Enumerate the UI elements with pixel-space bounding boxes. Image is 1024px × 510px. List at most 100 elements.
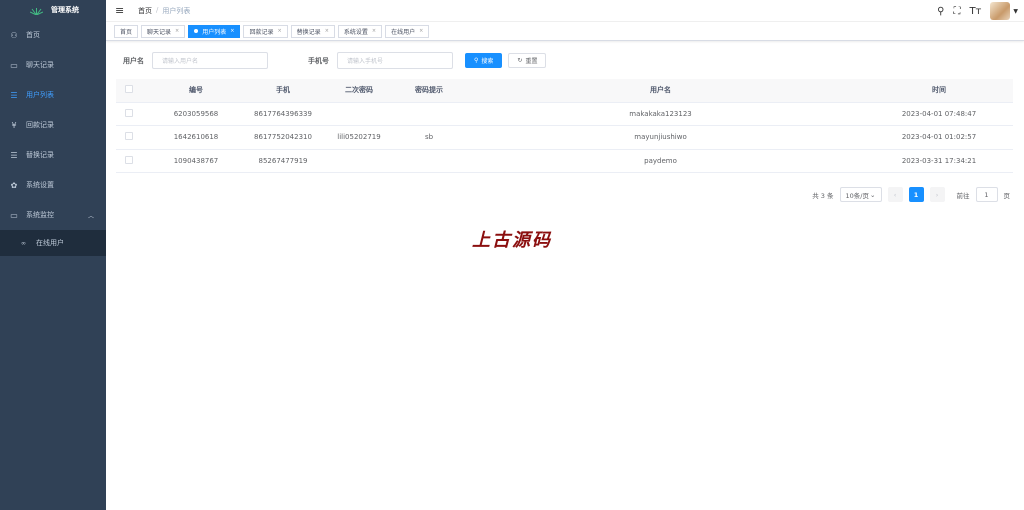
row-select-cell bbox=[116, 102, 142, 126]
column-header-id: 编号 bbox=[142, 79, 250, 103]
tag-item[interactable]: 在线用户 × bbox=[385, 24, 430, 38]
fullscreen-icon[interactable]: ⛶ bbox=[953, 6, 960, 17]
sidebar-item-0[interactable]: ⚇ 首页 bbox=[0, 20, 106, 50]
tag-item[interactable]: 用户列表 × bbox=[188, 24, 241, 38]
sidebar-item-label: 系统监控 bbox=[26, 211, 54, 219]
page-number-1[interactable]: 1 bbox=[908, 187, 924, 202]
logo[interactable]: 管理系统 bbox=[0, 0, 106, 20]
table-cell: makakaka123123 bbox=[456, 102, 865, 126]
refresh-icon: ↻ bbox=[517, 57, 523, 64]
sidebar: 管理系统 ⚇ 首页 ▭ 聊天记录 ☰ 用户列表 ¥ 回款记录 ☰ 替换记录 ✿ 系统设置 ▭ 系统监控 ︿ ∞… bbox=[0, 0, 106, 510]
sidebar-item-label: 回款记录 bbox=[26, 121, 54, 129]
row-select-cell bbox=[116, 125, 142, 150]
reset-button[interactable]: ↻ 重置 bbox=[508, 53, 547, 68]
phone-label: 手机号 bbox=[308, 56, 329, 65]
sidebar-subitem-label: 在线用户 bbox=[36, 239, 64, 247]
sidebar-item-label: 聊天记录 bbox=[26, 61, 54, 69]
table-cell: 85267477919 bbox=[250, 149, 316, 173]
breadcrumb-current: 用户列表 bbox=[162, 6, 191, 15]
tag-label: 系统设置 bbox=[343, 28, 368, 36]
pagination: 共 3 条 10条/页 ⌄ ‹ 1 › 前往 1 页 bbox=[812, 187, 1010, 202]
watermark: 上古源码 bbox=[472, 230, 552, 251]
close-icon[interactable]: × bbox=[325, 28, 329, 34]
gear-icon: ✿ bbox=[10, 180, 18, 190]
search-button[interactable]: ⚲ 搜索 bbox=[465, 53, 503, 68]
sidebar-item-label: 首页 bbox=[26, 31, 40, 39]
sidebar-item-2[interactable]: ☰ 用户列表 bbox=[0, 80, 106, 110]
breadcrumb-separator: / bbox=[156, 5, 159, 14]
sidebar-item-6[interactable]: ▭ 系统监控 ︿ bbox=[0, 200, 106, 230]
sidebar-item-3[interactable]: ¥ 回款记录 bbox=[0, 110, 106, 140]
row-checkbox[interactable] bbox=[125, 132, 133, 141]
table-row[interactable]: 6203059568 8617764396339 makakaka123123 202… bbox=[116, 102, 1013, 126]
table-cell bbox=[402, 149, 456, 173]
search-form: 用户名 请输入用户名 手机号 请输入手机号 ⚲ 搜索 ↻ 重置 bbox=[123, 52, 547, 69]
select-all-checkbox[interactable] bbox=[125, 85, 133, 94]
logo-icon bbox=[30, 7, 43, 15]
sidebar-item-5[interactable]: ✿ 系统设置 bbox=[0, 170, 106, 200]
goto-page-input[interactable]: 1 bbox=[975, 187, 998, 202]
tag-label: 首页 bbox=[120, 28, 133, 36]
close-icon[interactable]: × bbox=[372, 28, 376, 34]
sidebar-item-label: 用户列表 bbox=[26, 91, 54, 99]
tag-item[interactable]: 替换记录 × bbox=[290, 24, 335, 38]
table-cell: 8617764396339 bbox=[250, 102, 316, 126]
tags-view: 首页 聊天记录 × 用户列表 × 回款记录 × 替换记录 × 系统设置 × 在线用户 × bbox=[106, 22, 1024, 41]
tag-item[interactable]: 首页 bbox=[114, 24, 139, 38]
sidebar-item-4[interactable]: ☰ 替换记录 bbox=[0, 140, 106, 170]
tag-label: 回款记录 bbox=[249, 28, 274, 36]
avatar[interactable] bbox=[990, 2, 1011, 20]
tag-label: 用户列表 bbox=[202, 28, 227, 36]
caret-down-icon[interactable]: ▼ bbox=[1013, 8, 1018, 15]
phone-input[interactable]: 请输入手机号 bbox=[337, 52, 453, 69]
table-cell: sb bbox=[402, 125, 456, 150]
page-size-select[interactable]: 10条/页 ⌄ bbox=[839, 187, 882, 202]
table-cell: paydemo bbox=[456, 149, 865, 173]
sidebar-item-1[interactable]: ▭ 聊天记录 bbox=[0, 50, 106, 80]
row-select-cell bbox=[116, 149, 142, 173]
search-icon[interactable]: ⚲ bbox=[937, 6, 944, 17]
table-row[interactable]: 1090438767 85267477919 paydemo 2023-03-31 1… bbox=[116, 149, 1013, 173]
prev-page-button[interactable]: ‹ bbox=[887, 187, 903, 202]
table-row[interactable]: 1642610618 8617752042310 lili05202719 sb may… bbox=[116, 125, 1013, 150]
chevron-down-icon: ⌄ bbox=[870, 190, 876, 199]
next-page-button[interactable]: › bbox=[929, 187, 945, 202]
close-icon[interactable]: × bbox=[277, 28, 281, 34]
row-checkbox[interactable] bbox=[125, 108, 133, 117]
breadcrumb: 首页 / 用户列表 bbox=[138, 6, 190, 16]
close-icon[interactable]: × bbox=[175, 28, 179, 34]
row-checkbox[interactable] bbox=[125, 155, 133, 164]
table-header-row: 编号 手机 二次密码 密码提示 用户名 时间 bbox=[116, 79, 1013, 103]
reset-button-label: 重置 bbox=[525, 58, 538, 65]
table-cell: 1642610618 bbox=[142, 125, 250, 150]
table-cell bbox=[316, 149, 402, 173]
select-all-cell bbox=[116, 79, 142, 103]
goto-label: 前往 bbox=[956, 191, 970, 200]
chat-icon: ▭ bbox=[10, 60, 18, 70]
username-label: 用户名 bbox=[123, 56, 144, 65]
font-size-icon[interactable]: Tт bbox=[969, 6, 981, 17]
breadcrumb-home[interactable]: 首页 bbox=[138, 6, 152, 16]
tag-item[interactable]: 聊天记录 × bbox=[141, 24, 186, 38]
table-cell: 2023-04-01 01:02:57 bbox=[865, 125, 1013, 150]
tag-item[interactable]: 系统设置 × bbox=[337, 24, 383, 38]
table-cell bbox=[316, 102, 402, 126]
table-cell: mayunjiushiwo bbox=[456, 125, 865, 150]
close-icon[interactable]: × bbox=[230, 28, 234, 34]
close-icon[interactable]: × bbox=[419, 28, 423, 34]
dashboard-icon: ⚇ bbox=[10, 30, 18, 40]
username-input[interactable]: 请输入用户名 bbox=[152, 52, 268, 69]
online-icon: ∞ bbox=[21, 239, 26, 247]
table-cell: lili05202719 bbox=[316, 125, 402, 150]
yen-icon: ¥ bbox=[11, 120, 17, 130]
tag-item[interactable]: 回款记录 × bbox=[243, 24, 288, 38]
main-content: 用户名 请输入用户名 手机号 请输入手机号 ⚲ 搜索 ↻ 重置 编号 手机 二次… bbox=[106, 41, 1024, 510]
table-cell: 8617752042310 bbox=[250, 125, 316, 150]
column-header-password-hint: 密码提示 bbox=[402, 79, 456, 103]
user-table: 编号 手机 二次密码 密码提示 用户名 时间 6203059568 8617764… bbox=[116, 79, 1013, 173]
hamburger-icon[interactable]: ≡ bbox=[115, 4, 125, 17]
active-dot-icon bbox=[194, 29, 199, 33]
sidebar-subitem-online-users[interactable]: ∞ 在线用户 bbox=[0, 230, 106, 256]
column-header-phone: 手机 bbox=[250, 79, 316, 103]
table-cell: 2023-03-31 17:34:21 bbox=[865, 149, 1013, 173]
